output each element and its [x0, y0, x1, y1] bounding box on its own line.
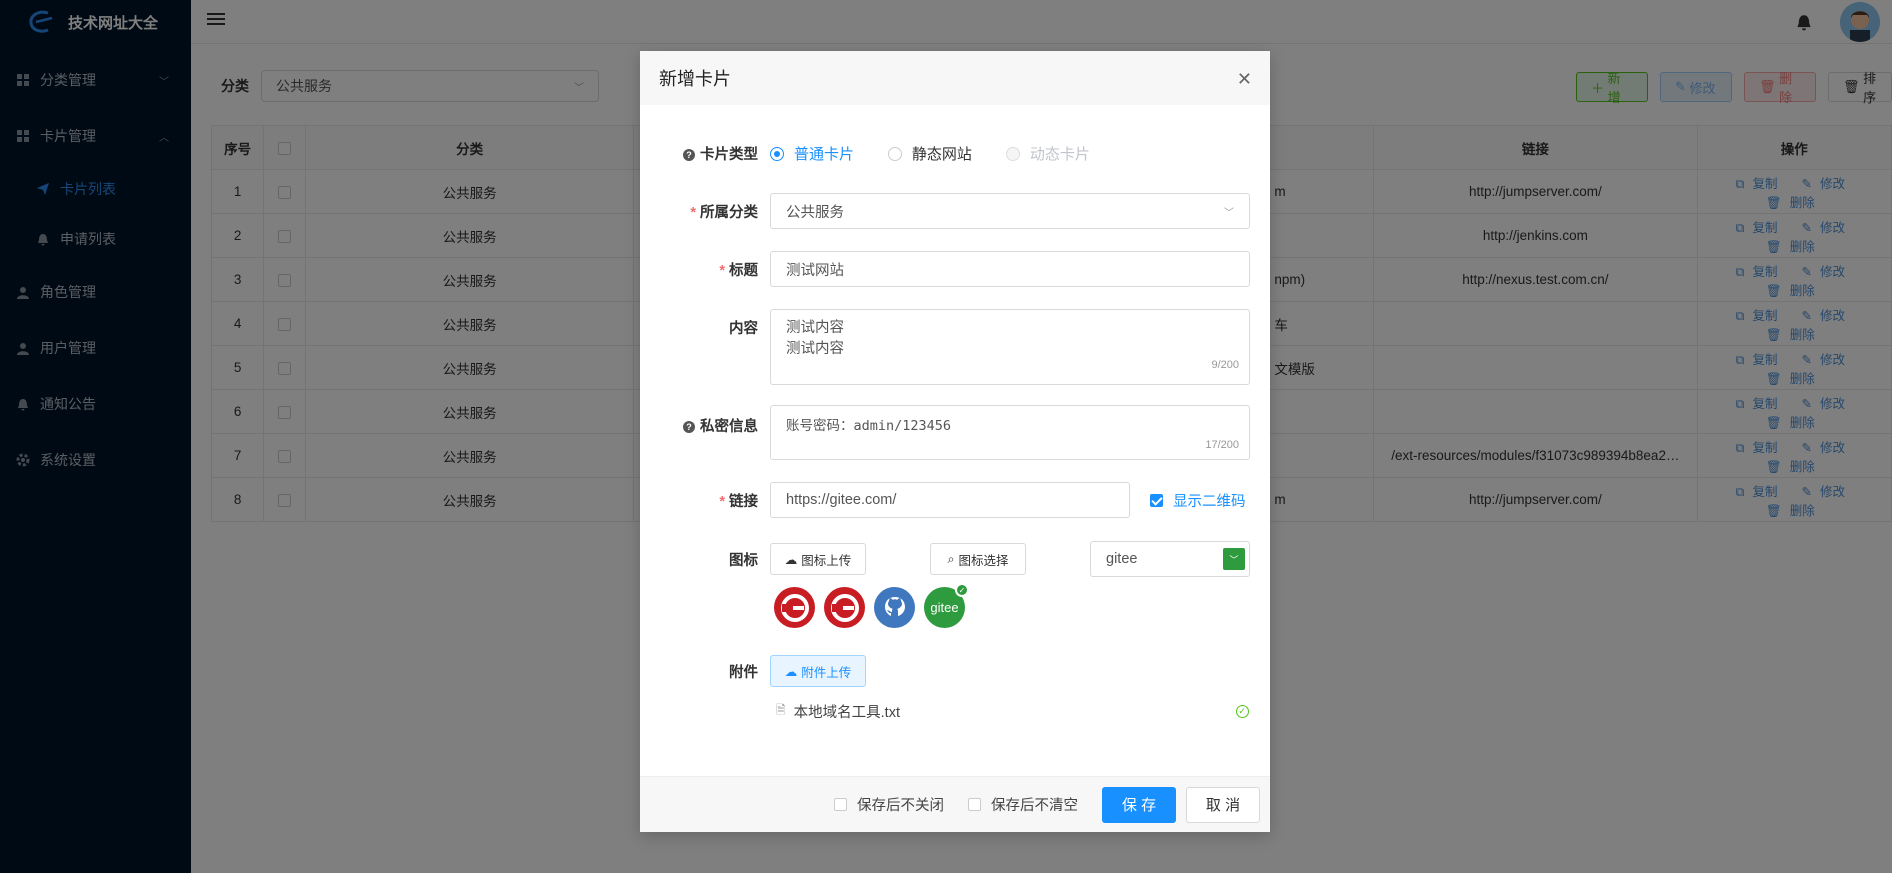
icon-select-button[interactable]: ⌕ 图标选择: [930, 543, 1026, 575]
icon-search-input[interactable]: gitee ﹀: [1090, 541, 1250, 577]
category-label-text: 所属分类: [700, 204, 758, 221]
card-type-label: ? 卡片类型: [640, 143, 770, 164]
keep-open-label: 保存后不关闭: [857, 798, 944, 814]
title-label-text: 标题: [729, 262, 758, 279]
icon-row: 图标 ☁ 图标上传 ⌕ 图标选择 gitee ﹀: [640, 541, 1270, 577]
save-button[interactable]: 保 存: [1102, 786, 1176, 823]
keep-open-checkbox[interactable]: 保存后不关闭: [834, 794, 944, 815]
content-label: 内容: [729, 321, 758, 337]
content-char-count: 9/200: [1211, 359, 1239, 371]
gitee-icon-text: gitee: [930, 600, 959, 615]
link-label-text: 链接: [729, 493, 758, 510]
radio-dot: [770, 146, 784, 161]
checkbox: [968, 798, 981, 811]
radio-label: 普通卡片: [794, 146, 855, 163]
private-info-textarea[interactable]: 账号密码：admin/123456 17/200: [770, 405, 1250, 460]
attachment-file-row: 🗎 本地域名工具.txt ✓: [640, 701, 1270, 722]
title-row: * 标题 测试网站: [640, 251, 1270, 287]
checkbox: [834, 798, 847, 811]
private-info-char-count: 17/200: [1205, 439, 1239, 451]
private-info-value: 账号密码：admin/123456: [786, 418, 952, 434]
content-textarea[interactable]: 测试内容 测试内容 9/200: [770, 309, 1250, 385]
icon-upload-label: 图标上传: [801, 553, 852, 568]
dialog-title: 新增卡片: [659, 69, 731, 89]
link-input-value: https://gitee.com/: [786, 492, 897, 508]
category-label: * 所属分类: [690, 204, 758, 221]
keep-values-label: 保存后不清空: [991, 798, 1078, 814]
icon-select-label: 图标选择: [958, 553, 1009, 568]
search-icon: ⌕: [947, 551, 955, 566]
cancel-button[interactable]: 取 消: [1186, 786, 1260, 823]
upload-success-icon: ✓: [1235, 705, 1249, 718]
show-qrcode-checkbox[interactable]: 显示二维码: [1150, 490, 1246, 511]
chevron-down-icon: ﹀: [1224, 207, 1234, 219]
private-info-label-text: 私密信息: [700, 419, 758, 435]
help-icon: ?: [683, 149, 695, 161]
card-type-label-text: 卡片类型: [700, 147, 758, 163]
radio-dot: [887, 146, 902, 161]
title-label: * 标题: [719, 262, 758, 279]
category-dropdown-value: 公共服务: [786, 204, 844, 221]
attachment-upload-button[interactable]: ☁ 附件上传: [770, 655, 866, 687]
icon-search-value: gitee: [1106, 551, 1138, 567]
selected-check-icon: ✓: [955, 583, 969, 597]
checkbox-checked: [1150, 493, 1163, 507]
radio-dot: [1005, 146, 1020, 161]
title-input-value: 测试网站: [786, 262, 844, 279]
show-qrcode-label: 显示二维码: [1173, 493, 1246, 510]
content-line: 测试内容: [786, 341, 844, 357]
attachment-upload-label: 附件上传: [801, 665, 852, 680]
content-line: 测试内容: [786, 320, 844, 336]
category-dropdown[interactable]: 公共服务 ﹀: [770, 193, 1250, 229]
dialog-footer: 保存后不关闭 保存后不清空 保 存 取 消: [640, 776, 1270, 832]
private-info-row: ? 私密信息 账号密码：admin/123456 17/200: [640, 405, 1270, 460]
dialog-header: 新增卡片 ✕: [640, 51, 1270, 105]
close-icon[interactable]: ✕: [1237, 69, 1252, 90]
icon-upload-button[interactable]: ☁ 图标上传: [770, 543, 866, 575]
private-info-label: ? 私密信息: [640, 405, 770, 436]
github-icon[interactable]: [874, 587, 915, 628]
icon-choices: gitee ✓: [640, 583, 1270, 628]
card-type-radio-group: 普通卡片 静态网站 动态卡片: [770, 143, 1120, 164]
content-row: 内容 测试内容 测试内容 9/200: [640, 309, 1270, 385]
radio-static-site[interactable]: 静态网站: [887, 143, 972, 164]
link-label: * 链接: [719, 493, 758, 510]
radio-label: 动态卡片: [1029, 146, 1090, 163]
gitee-red-icon[interactable]: [824, 587, 865, 628]
title-input[interactable]: 测试网站: [770, 251, 1250, 287]
attachment-file-name[interactable]: 本地域名工具.txt: [794, 701, 1236, 722]
cloud-upload-icon: ☁: [784, 552, 798, 567]
keep-values-checkbox[interactable]: 保存后不清空: [968, 794, 1078, 815]
radio-label: 静态网站: [911, 146, 972, 163]
attachment-label: 附件: [729, 664, 758, 681]
radio-dynamic-card: 动态卡片: [1005, 143, 1090, 164]
gitee-green-icon[interactable]: gitee ✓: [924, 583, 969, 628]
add-card-dialog: 新增卡片 ✕ ? 卡片类型 普通卡片 静态网站 动态卡片 * 所属分类 公共服务 ﹀…: [640, 51, 1270, 832]
category-row: * 所属分类 公共服务 ﹀: [640, 193, 1270, 229]
radio-normal-card[interactable]: 普通卡片: [770, 143, 854, 164]
gitee-red-icon[interactable]: [774, 587, 815, 628]
attachment-row: 附件 ☁ 附件上传: [640, 655, 1270, 687]
link-input[interactable]: https://gitee.com/: [770, 482, 1130, 518]
card-type-row: ? 卡片类型 普通卡片 静态网站 动态卡片: [640, 143, 1270, 164]
chevron-down-icon[interactable]: ﹀: [1223, 548, 1245, 570]
link-row: * 链接 https://gitee.com/ 显示二维码: [640, 482, 1270, 518]
file-icon: 🗎: [776, 703, 786, 717]
icon-label: 图标: [729, 552, 758, 569]
cloud-upload-icon: ☁: [784, 664, 798, 679]
help-icon: ?: [683, 421, 695, 433]
